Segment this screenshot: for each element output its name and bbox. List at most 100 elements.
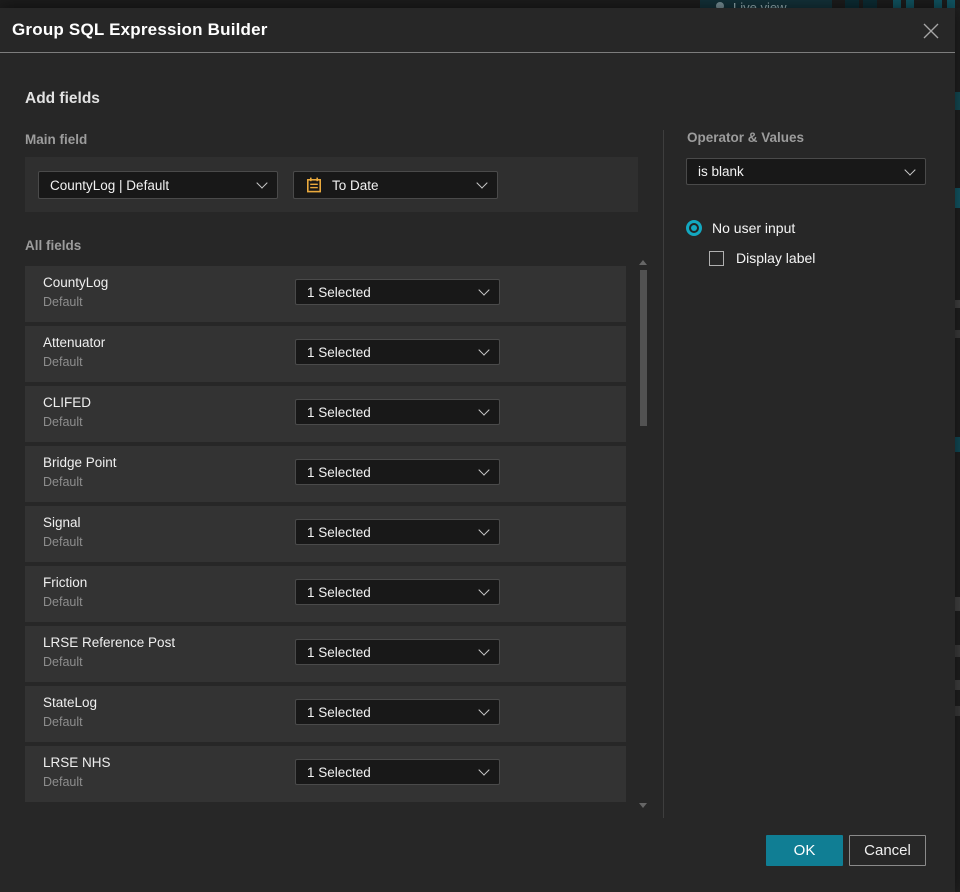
background-fragment [955,706,960,716]
field-name: CountyLog [43,275,109,290]
background-fragment [955,300,960,308]
field-name: CLIFED [43,395,92,410]
dialog-title: Group SQL Expression Builder [12,20,268,39]
operator-value: is blank [698,164,744,179]
field-subtitle: Default [43,355,83,369]
field-subtitle: Default [43,595,83,609]
all-fields-label: All fields [25,238,82,253]
close-button[interactable] [921,21,941,41]
field-name: LRSE Reference Post [43,635,176,650]
field-selected-dropdown[interactable]: 1 Selected [295,579,500,605]
background-fragment [955,92,960,110]
close-icon [923,23,939,39]
live-view-toggle[interactable]: Live view [700,0,832,8]
background-fragment [955,330,960,338]
background-bars-icon [947,0,955,8]
all-fields-list: CountyLog Default 1 Selected Attenuator … [25,266,626,806]
main-field-label: Main field [25,132,88,147]
background-fragment [955,437,960,452]
chevron-down-icon [476,177,488,189]
chevron-down-icon [478,404,490,416]
selected-count-text: 1 Selected [307,404,371,420]
selected-count-text: 1 Selected [307,644,371,660]
background-fragment [955,597,960,611]
background-app-right-edge [955,8,960,892]
chevron-down-icon [478,284,490,296]
no-user-input-label: No user input [712,220,796,236]
field-selected-dropdown[interactable]: 1 Selected [295,759,500,785]
field-selected-dropdown[interactable]: 1 Selected [295,519,500,545]
field-row: CLIFED Default 1 Selected [25,386,626,442]
dialog-header: Group SQL Expression Builder [0,8,955,53]
scroll-down-arrow-icon[interactable] [639,803,647,808]
field-row: CountyLog Default 1 Selected [25,266,626,322]
background-bars-icon [893,0,901,8]
main-field-type-dropdown[interactable]: To Date [293,171,498,199]
chevron-down-icon [478,584,490,596]
main-field-source-dropdown[interactable]: CountyLog | Default [38,171,278,199]
field-selected-dropdown[interactable]: 1 Selected [295,339,500,365]
background-fragment [955,645,960,657]
panel-divider [663,130,664,818]
chevron-down-icon [478,704,490,716]
background-app-topbar: Live view [0,0,960,8]
field-subtitle: Default [43,655,83,669]
field-row: StateLog Default 1 Selected [25,686,626,742]
background-bars-icon [934,0,942,8]
field-name: LRSE NHS [43,755,111,770]
scrollbar-thumb[interactable] [640,270,647,426]
chevron-down-icon [478,344,490,356]
field-subtitle: Default [43,415,83,429]
live-view-label: Live view [733,0,787,8]
field-name: Attenuator [43,335,106,350]
display-label-text: Display label [736,250,816,266]
chevron-down-icon [478,464,490,476]
field-selected-dropdown[interactable]: 1 Selected [295,699,500,725]
selected-count-text: 1 Selected [307,344,371,360]
field-row: Friction Default 1 Selected [25,566,626,622]
no-user-input-radio[interactable]: No user input [686,220,795,236]
operator-values-label: Operator & Values [687,130,805,145]
add-fields-heading: Add fields [25,90,100,107]
main-field-bar: CountyLog | Default To Date [25,157,638,212]
background-fragment [955,680,960,690]
field-name: StateLog [43,695,98,710]
chevron-down-icon [904,163,916,176]
background-fragment [955,188,960,208]
field-row: Attenuator Default 1 Selected [25,326,626,382]
field-name: Signal [43,515,81,530]
background-icon-fragment [845,0,859,8]
chevron-down-icon [256,177,268,189]
radio-selected-icon [686,220,702,236]
cancel-button[interactable]: Cancel [849,835,926,866]
field-selected-dropdown[interactable]: 1 Selected [295,459,500,485]
selected-count-text: 1 Selected [307,584,371,600]
chevron-down-icon [478,524,490,536]
field-row: Signal Default 1 Selected [25,506,626,562]
ok-button[interactable]: OK [766,835,843,866]
operator-dropdown[interactable]: is blank [686,158,926,185]
field-subtitle: Default [43,295,83,309]
field-subtitle: Default [43,475,83,489]
selected-count-text: 1 Selected [307,524,371,540]
background-icon-fragment [863,0,877,8]
display-label-checkbox[interactable]: Display label [709,250,815,266]
checkbox-unchecked-icon [709,250,724,266]
scroll-up-arrow-icon[interactable] [639,260,647,265]
field-row: LRSE Reference Post Default 1 Selected [25,626,626,682]
group-sql-expression-builder-dialog: Group SQL Expression Builder Add fields … [0,8,955,892]
field-selected-dropdown[interactable]: 1 Selected [295,639,500,665]
calendar-date-icon [305,176,323,194]
main-field-source-value: CountyLog | Default [50,177,170,193]
field-subtitle: Default [43,715,83,729]
selected-count-text: 1 Selected [307,764,371,780]
chevron-down-icon [478,764,490,776]
field-subtitle: Default [43,775,83,789]
selected-count-text: 1 Selected [307,284,371,300]
list-scrollbar[interactable] [636,258,650,810]
chevron-down-icon [478,644,490,656]
field-selected-dropdown[interactable]: 1 Selected [295,279,500,305]
field-selected-dropdown[interactable]: 1 Selected [295,399,500,425]
main-field-type-value: To Date [332,177,379,193]
field-row: Bridge Point Default 1 Selected [25,446,626,502]
